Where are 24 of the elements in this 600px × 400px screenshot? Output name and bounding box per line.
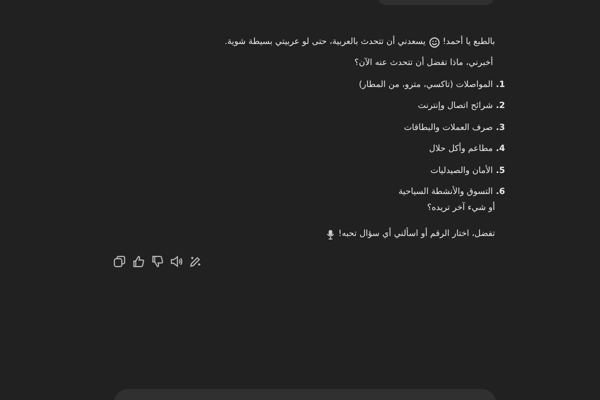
- message-text: تفضل، اختار الرقم أو اسألني أي سؤال تحبه!: [338, 229, 495, 239]
- list-item-text: الأمان والصيدليات: [430, 166, 493, 176]
- list-item-text: المواصلات (تاكسي، مترو، من المطار): [358, 80, 493, 90]
- message-text: أخبرني، ماذا تفضل أن تتحدث عنه الآن؟: [354, 58, 493, 68]
- list-item-text: شرائح اتصال وإنترنت: [418, 101, 493, 111]
- list-number: 5.: [496, 166, 505, 176]
- speaker-icon[interactable]: [170, 255, 183, 268]
- list-number: 3.: [496, 122, 505, 132]
- smiley-icon: [428, 36, 440, 48]
- list-item-text: مطاعم وأكل حلال: [429, 144, 493, 154]
- list-item-text: التسوق والأنشطة السياحية: [398, 187, 493, 197]
- message-text: أو شيء آخر تريده؟: [427, 203, 495, 213]
- thumbs-down-icon[interactable]: [151, 255, 164, 268]
- microphone-icon: [326, 228, 336, 240]
- list-number: 4.: [496, 144, 505, 154]
- message-text: يسعدني أن تتحدث بالعربية، حتى لو عربيتي بسيطة شوية.: [224, 37, 426, 47]
- list-number: 1.: [496, 80, 505, 90]
- thumbs-up-icon[interactable]: [132, 255, 145, 268]
- message-text: بالطبع يا أحمد!: [442, 37, 495, 47]
- list-number: 2.: [496, 101, 505, 111]
- edit-sparkle-icon[interactable]: [189, 255, 202, 268]
- copy-icon[interactable]: [113, 255, 126, 268]
- list-number: 6.: [496, 187, 505, 197]
- list-item-text: صرف العملات والبطاقات: [404, 122, 493, 132]
